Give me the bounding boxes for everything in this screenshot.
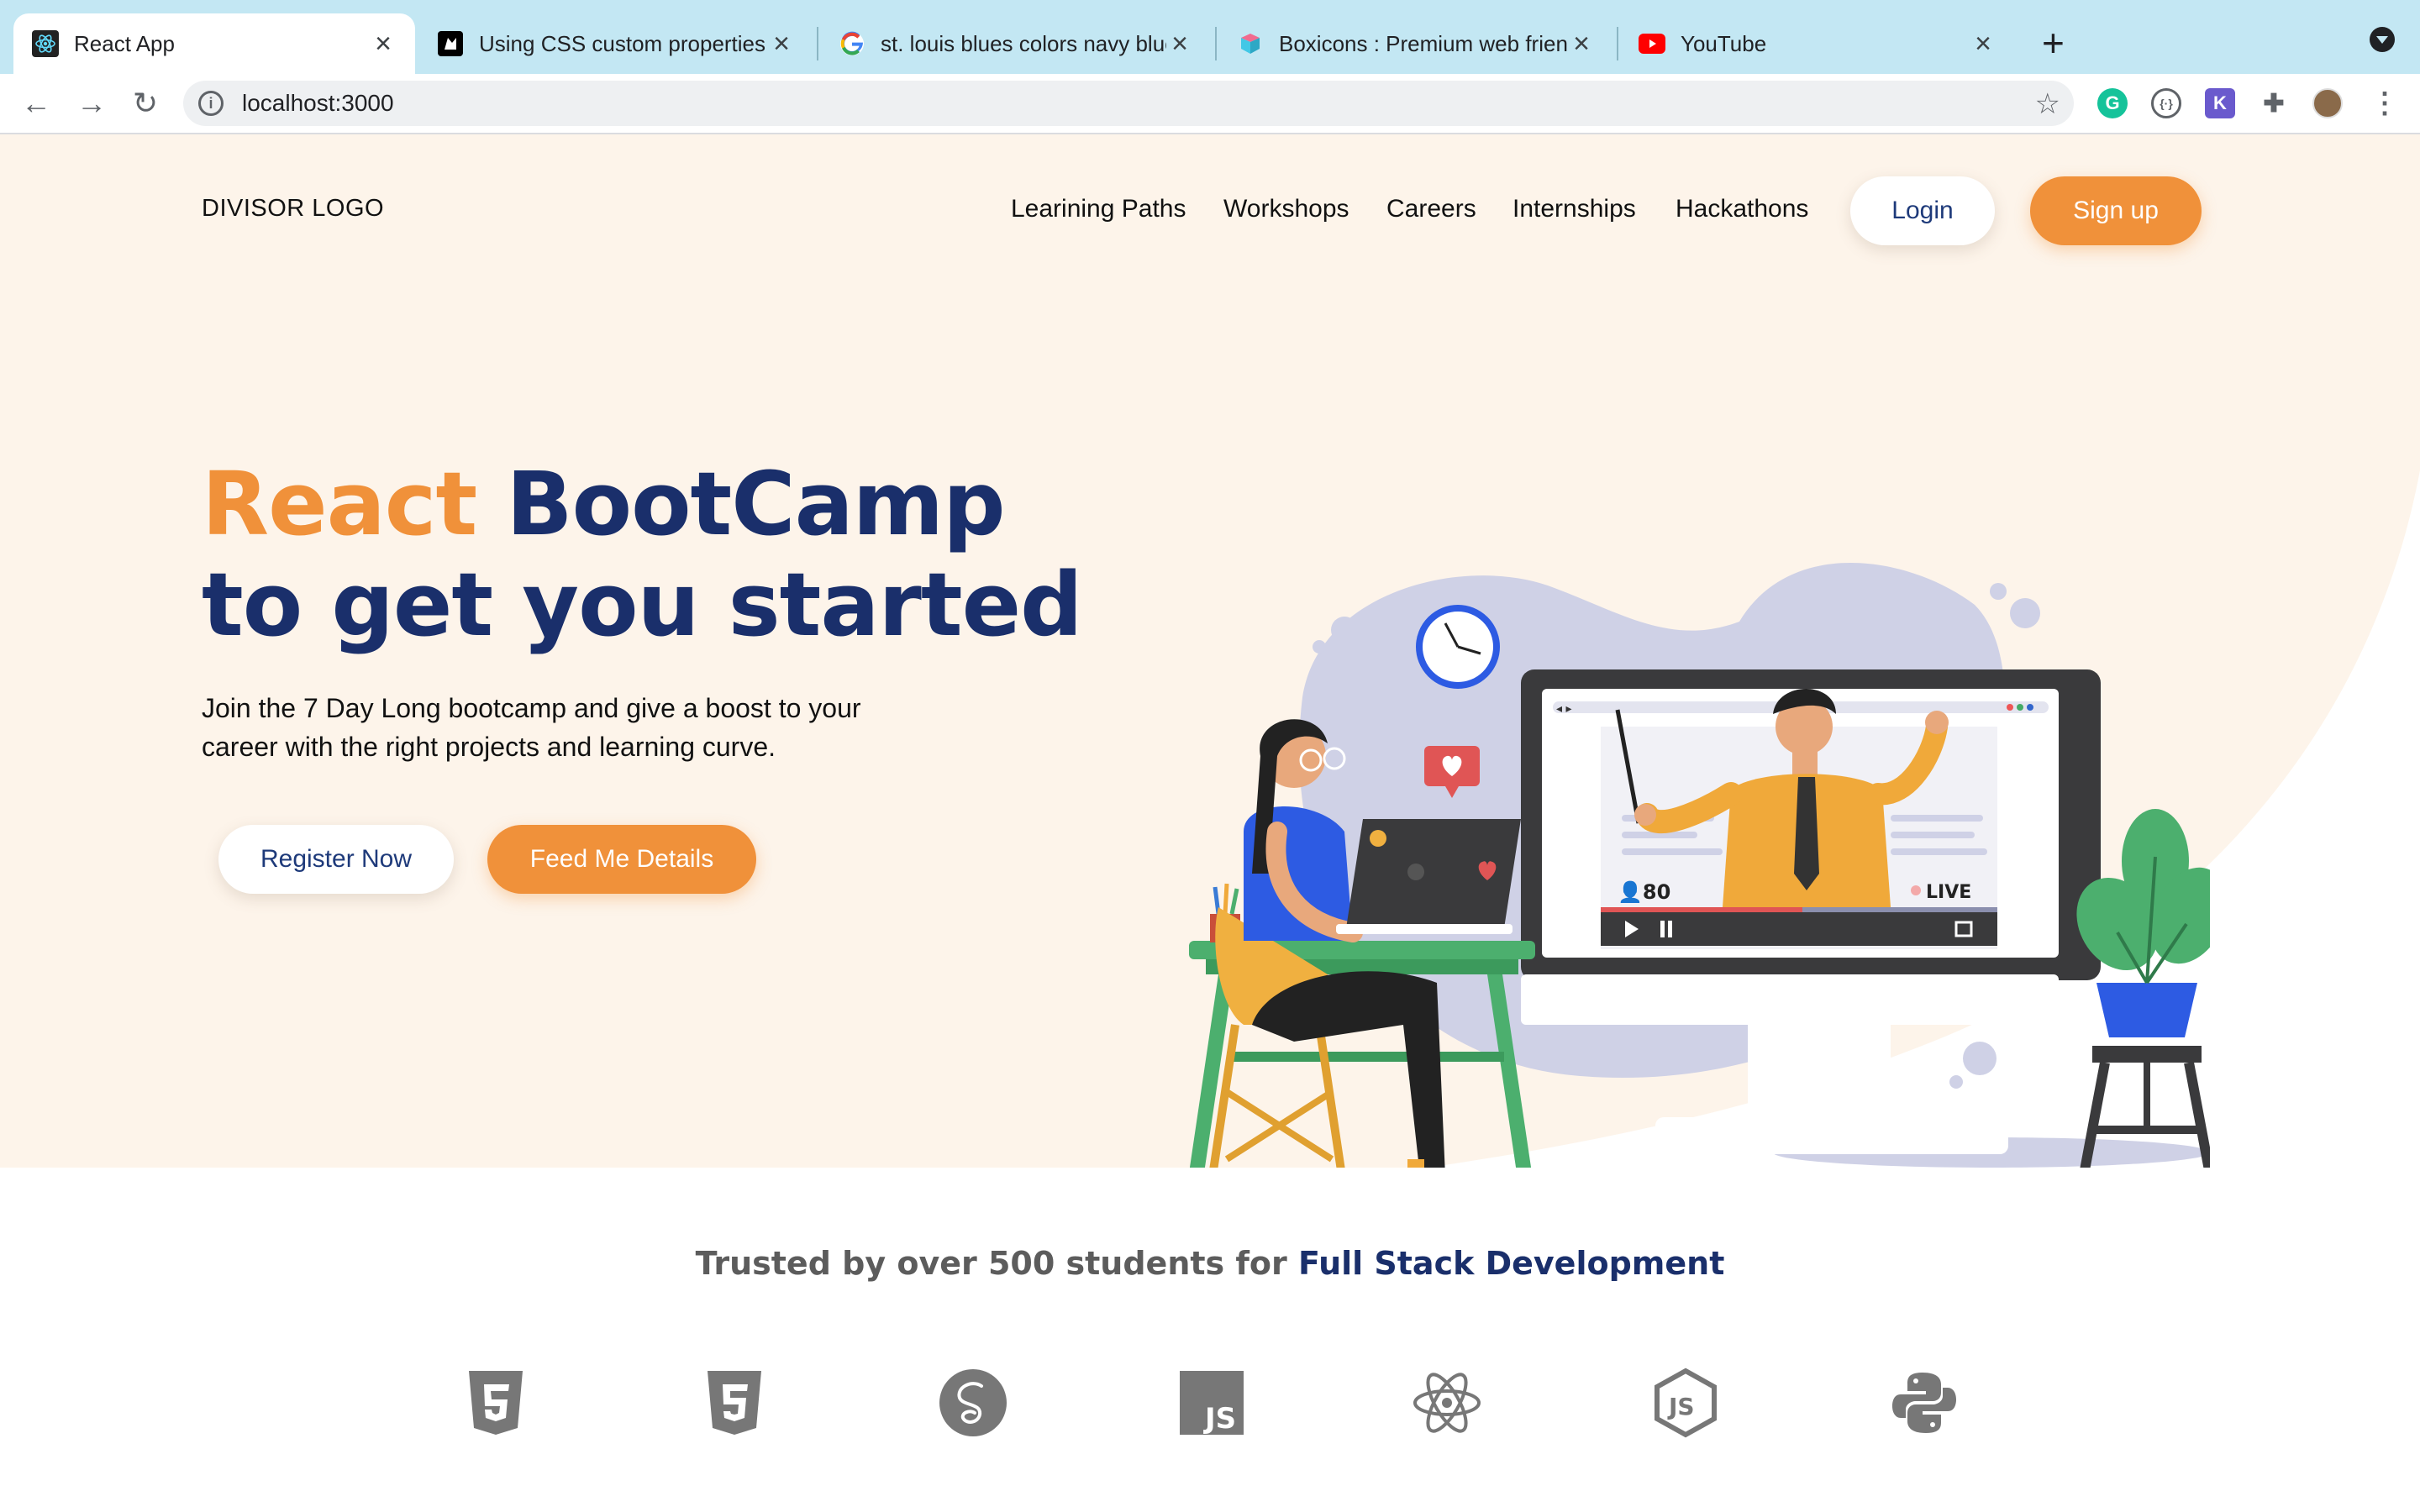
mdn-icon bbox=[437, 30, 464, 57]
hero-subtext: Join the 7 Day Long bootcamp and give a … bbox=[202, 693, 861, 762]
reload-icon[interactable]: ↻ bbox=[128, 86, 163, 121]
tab-title: React App bbox=[74, 30, 175, 56]
forward-icon[interactable]: → bbox=[74, 86, 109, 121]
nav-workshops[interactable]: Workshops bbox=[1223, 195, 1349, 223]
close-icon[interactable]: × bbox=[1568, 28, 1595, 60]
avatar[interactable] bbox=[2312, 88, 2343, 118]
headline-rest: BootCamp bbox=[476, 453, 1005, 555]
clock-icon bbox=[1416, 605, 1500, 689]
headline-accent: React bbox=[202, 453, 477, 555]
browser-toolbar: ← → ↻ i localhost:3000 ☆ G {·} K ✚ ⋮ bbox=[0, 74, 2420, 134]
tab-separator bbox=[1617, 27, 1618, 60]
tab-title: st. louis blues colors navy blue bbox=[881, 30, 1166, 56]
headline-line2: to get you started bbox=[202, 554, 1083, 656]
feed-me-details-button[interactable]: Feed Me Details bbox=[487, 825, 756, 894]
hero-headline: React BootCamp to get you started bbox=[202, 453, 1083, 656]
trusted-highlight: Full Stack Development bbox=[1298, 1245, 1725, 1282]
register-now-button[interactable]: Register Now bbox=[218, 825, 454, 894]
hero-section: DIVISOR LOGO Learining Paths Workshops C… bbox=[0, 134, 2420, 1168]
close-icon[interactable]: × bbox=[768, 28, 795, 60]
site-logo[interactable]: DIVISOR LOGO bbox=[202, 195, 384, 223]
extension-icon[interactable]: {·} bbox=[2151, 88, 2181, 118]
tab-boxicons[interactable]: Boxicons : Premium web friend × bbox=[1218, 13, 1613, 74]
close-icon[interactable]: × bbox=[1166, 28, 1193, 60]
tab-search-icon[interactable] bbox=[2370, 27, 2395, 52]
tab-title: YouTube bbox=[1681, 30, 1767, 56]
hero-illustration: ◂ ▸ 👤80 LIVE bbox=[1189, 563, 2210, 1168]
react-icon bbox=[1413, 1373, 1481, 1433]
boxicons-icon bbox=[1237, 30, 1264, 57]
url-text: localhost:3000 bbox=[242, 90, 394, 116]
svg-text:JS: JS bbox=[1203, 1402, 1236, 1436]
html5-icon bbox=[469, 1371, 523, 1435]
info-icon[interactable]: i bbox=[198, 91, 224, 116]
youtube-icon bbox=[1639, 30, 1665, 57]
tab-separator bbox=[817, 27, 818, 60]
bookmark-star-icon[interactable]: ☆ bbox=[2035, 87, 2060, 121]
nodejs-icon: JS bbox=[1655, 1368, 1717, 1438]
nav-learning-paths[interactable]: Learining Paths bbox=[1011, 195, 1186, 223]
monitor: ◂ ▸ 👤80 LIVE bbox=[1521, 669, 2101, 1154]
css3-icon bbox=[708, 1371, 761, 1435]
menu-icon[interactable]: ⋮ bbox=[2370, 87, 2400, 119]
address-bar[interactable]: i localhost:3000 ☆ bbox=[183, 81, 2074, 126]
svg-text:JS: JS bbox=[1667, 1393, 1695, 1420]
tab-title: Boxicons : Premium web friend bbox=[1279, 30, 1568, 56]
google-icon bbox=[839, 30, 865, 57]
tab-react-app[interactable]: React App × bbox=[13, 13, 415, 74]
new-tab-button[interactable]: + bbox=[2042, 22, 2065, 64]
tab-title: Using CSS custom properties ( bbox=[479, 30, 768, 56]
puzzle-icon[interactable]: ✚ bbox=[2259, 88, 2289, 118]
tab-blues-colors[interactable]: st. louis blues colors navy blue × bbox=[820, 13, 1212, 74]
svg-text:◂ ▸: ◂ ▸ bbox=[1556, 702, 1572, 716]
live-label: LIVE bbox=[1926, 882, 1971, 903]
python-icon bbox=[1892, 1373, 1956, 1433]
trusted-prefix: Trusted by over 500 students for bbox=[695, 1245, 1298, 1282]
nav-hackathons[interactable]: Hackathons bbox=[1676, 195, 1808, 223]
javascript-icon: JS bbox=[1180, 1371, 1244, 1436]
trusted-heading: Trusted by over 500 students for Full St… bbox=[0, 1245, 2420, 1282]
browser-tab-bar: React App × Using CSS custom properties … bbox=[0, 0, 2420, 74]
kite-icon[interactable]: K bbox=[2205, 88, 2235, 118]
tab-youtube[interactable]: YouTube × bbox=[1620, 13, 2015, 74]
nav-internships[interactable]: Internships bbox=[1512, 195, 1636, 223]
laptop bbox=[1336, 819, 1521, 934]
login-button[interactable]: Login bbox=[1850, 176, 1995, 245]
signup-button[interactable]: Sign up bbox=[2030, 176, 2202, 245]
react-icon bbox=[32, 30, 59, 57]
grammarly-icon[interactable]: G bbox=[2097, 88, 2128, 118]
nav-careers[interactable]: Careers bbox=[1386, 195, 1476, 223]
technology-logos: JS JS bbox=[0, 1368, 2420, 1443]
sass-icon bbox=[939, 1369, 1007, 1436]
back-icon[interactable]: ← bbox=[18, 86, 54, 121]
tab-css-custom-properties[interactable]: Using CSS custom properties ( × bbox=[418, 13, 813, 74]
tab-separator bbox=[1215, 27, 1217, 60]
close-icon[interactable]: × bbox=[370, 28, 397, 60]
viewer-count: 👤80 bbox=[1618, 880, 1670, 904]
close-icon[interactable]: × bbox=[1970, 28, 1996, 60]
